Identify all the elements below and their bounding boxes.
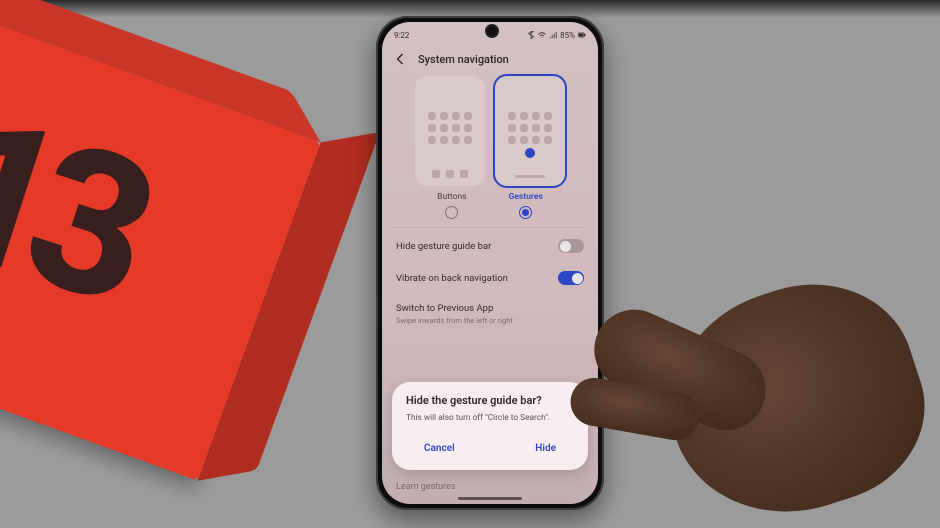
wifi-icon — [538, 31, 546, 39]
nav-mode-card-buttons[interactable] — [415, 76, 485, 186]
row-subtext: Swipe inwards from the left or right — [396, 316, 513, 325]
toggle-hide-gesture-guide-bar[interactable] — [558, 239, 584, 253]
preview-gesture-dot — [525, 148, 535, 158]
gesture-home-bar[interactable] — [458, 497, 522, 500]
phone-body: 9:22 85% System navigation — [376, 16, 604, 510]
nav-mode-radio-gestures[interactable]: Gestures — [509, 192, 543, 219]
preview-app-grid — [428, 112, 472, 144]
product-box-model-text: 13 — [0, 66, 164, 348]
row-hide-gesture-guide-bar[interactable]: Hide gesture guide bar — [382, 230, 598, 262]
radio-label: Buttons — [437, 192, 466, 202]
nav-mode-previews — [382, 70, 598, 190]
row-label: Hide gesture guide bar — [396, 241, 491, 252]
preview-app-grid — [508, 112, 552, 144]
hide-button[interactable]: Hide — [525, 437, 566, 460]
row-vibrate-on-back[interactable]: Vibrate on back navigation — [382, 262, 598, 294]
toggle-vibrate-on-back[interactable] — [558, 271, 584, 285]
bluetooth-icon — [527, 31, 535, 39]
photo-scene: 13 9:22 85% System navigation — [0, 0, 940, 528]
radio-indicator — [445, 206, 458, 219]
product-box-side-face — [198, 132, 380, 481]
row-label: Switch to Previous App — [396, 303, 493, 314]
front-camera — [485, 24, 499, 38]
user-hand — [560, 210, 940, 528]
dialog-button-row: Cancel Hide — [406, 433, 574, 464]
back-arrow-icon[interactable] — [394, 52, 408, 66]
nav-mode-radio-row: Buttons Gestures — [382, 190, 598, 227]
nav-mode-card-gestures[interactable] — [495, 76, 565, 186]
signal-icon — [549, 31, 557, 39]
status-time: 9:22 — [394, 31, 409, 40]
preview-nav-buttons — [432, 170, 468, 178]
nav-mode-radio-buttons[interactable]: Buttons — [437, 192, 466, 219]
preview-gesture-bar — [515, 175, 545, 178]
cancel-button[interactable]: Cancel — [414, 437, 465, 460]
status-right-cluster: 85% — [527, 31, 586, 40]
page-header: System navigation — [382, 44, 598, 70]
hand-thumb — [582, 297, 779, 443]
radio-indicator — [519, 206, 532, 219]
hand-palm — [642, 257, 940, 528]
status-battery-text: 85% — [560, 31, 575, 40]
row-label: Vibrate on back navigation — [396, 273, 508, 284]
radio-label: Gestures — [509, 192, 543, 202]
row-learn-gestures[interactable]: Learn gestures — [396, 482, 456, 492]
row-switch-previous-app[interactable]: Switch to Previous App Swipe inwards fro… — [382, 294, 598, 334]
page-title: System navigation — [418, 53, 509, 66]
dialog-title: Hide the gesture guide bar? — [406, 394, 574, 407]
dialog-message: This will also turn off "Circle to Searc… — [406, 413, 574, 423]
product-box: 13 — [0, 19, 321, 480]
settings-list: Hide gesture guide bar Vibrate on back n… — [382, 228, 598, 336]
battery-icon — [578, 31, 586, 39]
confirm-dialog: Hide the gesture guide bar? This will al… — [392, 382, 588, 470]
phone-screen: 9:22 85% System navigation — [382, 22, 598, 504]
